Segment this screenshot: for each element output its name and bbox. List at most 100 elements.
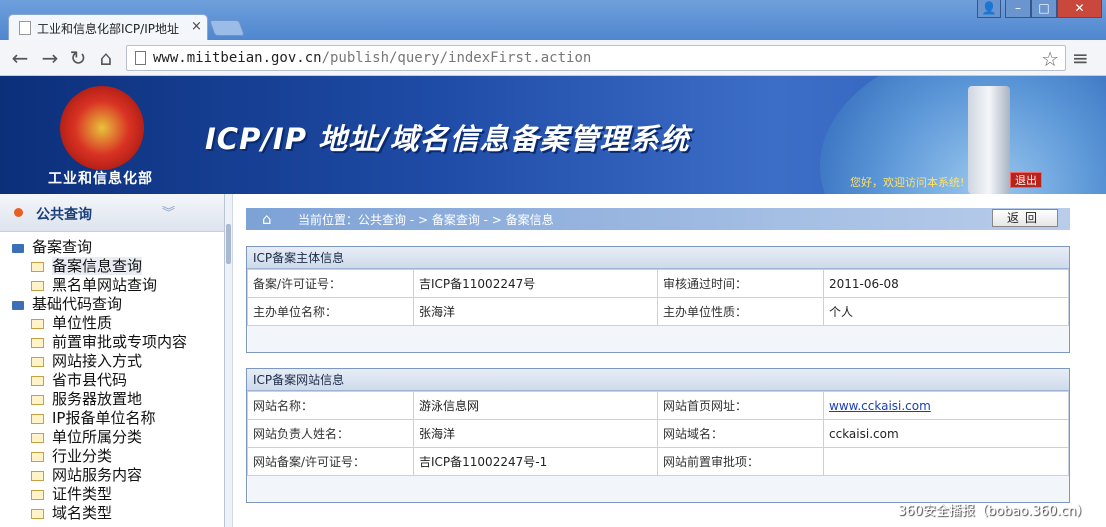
tree-item-label: 网站接入方式 [52, 352, 143, 370]
spacer-cell [247, 475, 1069, 502]
sidebar-header[interactable]: 公共查询 ︾ [0, 194, 224, 232]
new-tab-button[interactable] [209, 20, 245, 36]
tree-item[interactable]: 单位所属分类 [0, 428, 224, 447]
tree-item-label: 证件类型 [52, 485, 113, 503]
sidebar-title: 公共查询 [36, 207, 92, 223]
tree-item[interactable]: 行业分类 [0, 447, 224, 466]
field-label: 网站名称： [247, 391, 414, 420]
tree-item-label: 省市县代码 [52, 371, 128, 389]
panel-title: ICP备案主体信息 [247, 247, 1069, 269]
tree-item[interactable]: IP报备单位名称 [0, 409, 224, 428]
main-content: ⌂ 当前位置：公共查询 - > 备案查询 - > 备案信息 返回 ICP备案主体… [234, 194, 1106, 527]
field-value [823, 447, 1069, 476]
folder-icon [12, 301, 24, 310]
close-window-button[interactable]: ✕ [1057, 0, 1102, 18]
browser-tab[interactable]: 工业和信息化部ICP/IP地址 × [8, 14, 208, 40]
document-icon [31, 338, 44, 348]
field-value: www.cckaisi.com [823, 391, 1069, 420]
home-icon[interactable]: ⌂ [262, 210, 272, 228]
tree-item-label: 网站服务内容 [52, 466, 143, 484]
star-icon[interactable]: ☆ [1041, 47, 1059, 71]
tree-item-label: 行业分类 [52, 447, 113, 465]
tree-item[interactable]: 域名类型 [0, 504, 224, 523]
tree-item-label: 黑名单网站查询 [52, 276, 158, 294]
bullet-icon [14, 208, 23, 217]
website-url-link[interactable]: www.cckaisi.com [829, 399, 931, 413]
tree-item[interactable]: 省市县代码 [0, 371, 224, 390]
browser-toolbar: ← → ↻ ⌂ www.miitbeian.gov.cn/publish/que… [0, 40, 1106, 76]
document-icon [31, 433, 44, 443]
url-text: www.miitbeian.gov.cn/publish/query/index… [153, 50, 591, 66]
panel-title: ICP备案网站信息 [247, 369, 1069, 391]
tree-item[interactable]: 服务器放置地 [0, 390, 224, 409]
tree-item[interactable]: 网站接入方式 [0, 352, 224, 371]
tree-item-label: IP报备单位名称 [52, 409, 156, 427]
tree-group-filing-query[interactable]: 备案查询 [0, 238, 224, 257]
sidebar: 公共查询 ︾ 备案查询 备案信息查询 黑名单网站查询 基础代码查询 单位性质 前… [0, 194, 225, 527]
back-button[interactable]: 返回 [992, 209, 1058, 227]
field-label: 主办单位名称： [247, 297, 414, 326]
document-icon [31, 357, 44, 367]
field-label: 审核通过时间： [657, 269, 824, 298]
tab-close-icon[interactable]: × [191, 19, 202, 34]
logout-button[interactable]: 退出 [1010, 172, 1042, 188]
table-row: 备案/许可证号： 吉ICP备11002247号 审核通过时间： 2011-06-… [247, 269, 1069, 298]
tab-title: 工业和信息化部ICP/IP地址 [37, 22, 179, 36]
field-label: 网站负责人姓名： [247, 419, 414, 448]
document-icon [31, 262, 44, 272]
url-path: /publish/query/indexFirst.action [321, 50, 592, 66]
field-value: 张海洋 [413, 297, 658, 326]
tree-group-label: 基础代码查询 [32, 295, 123, 313]
welcome-text: 您好，欢迎访问本系统! [850, 176, 965, 189]
tree-item[interactable]: 证件类型 [0, 485, 224, 504]
sidebar-tree: 备案查询 备案信息查询 黑名单网站查询 基础代码查询 单位性质 前置审批或专项内… [0, 238, 224, 523]
entity-info-panel: ICP备案主体信息 备案/许可证号： 吉ICP备11002247号 审核通过时间… [246, 246, 1070, 353]
menu-icon[interactable]: ≡ [1072, 46, 1089, 70]
field-value: 游泳信息网 [413, 391, 658, 420]
user-icon[interactable]: 👤 [977, 0, 1001, 18]
tree-item[interactable]: 前置审批或专项内容 [0, 333, 224, 352]
url-host: www.miitbeian.gov.cn [153, 50, 322, 66]
tree-group-label: 备案查询 [32, 238, 93, 256]
watermark: 360安全播报（bobao.360.cn） [898, 504, 1090, 519]
document-icon [31, 471, 44, 481]
tree-item-filing-info-query[interactable]: 备案信息查询 [0, 257, 224, 276]
tree-group-base-code-query[interactable]: 基础代码查询 [0, 295, 224, 314]
back-arrow-icon[interactable]: ← [8, 46, 32, 70]
document-icon [31, 395, 44, 405]
chevron-double-down-icon[interactable]: ︾ [162, 202, 175, 221]
breadcrumb: 当前位置：公共查询 - > 备案查询 - > 备案信息 [298, 213, 554, 227]
field-value: 个人 [823, 297, 1069, 326]
reload-icon[interactable]: ↻ [66, 46, 90, 70]
splitter-grip[interactable] [226, 224, 231, 264]
field-label: 网站前置审批项： [657, 447, 824, 476]
sidebar-splitter[interactable] [225, 194, 233, 527]
pillar-graphic [968, 86, 1010, 194]
table-row: 主办单位名称： 张海洋 主办单位性质： 个人 [247, 297, 1069, 326]
forward-arrow-icon[interactable]: → [38, 46, 62, 70]
tree-item-label: 域名类型 [52, 504, 113, 522]
document-icon [31, 414, 44, 424]
field-value: 2011-06-08 [823, 269, 1069, 298]
maximize-button[interactable]: □ [1031, 0, 1057, 18]
tree-item-label: 服务器放置地 [52, 390, 143, 408]
address-bar[interactable]: www.miitbeian.gov.cn/publish/query/index… [126, 45, 1066, 71]
spacer-cell [247, 325, 1069, 352]
document-icon [31, 490, 44, 500]
field-label: 网站备案/许可证号： [247, 447, 414, 476]
website-info-panel: ICP备案网站信息 网站名称： 游泳信息网 网站首页网址： www.cckais… [246, 368, 1070, 503]
field-label: 主办单位性质： [657, 297, 824, 326]
home-icon[interactable]: ⌂ [94, 46, 118, 70]
field-value: cckaisi.com [823, 419, 1069, 448]
tree-item-blacklist-query[interactable]: 黑名单网站查询 [0, 276, 224, 295]
table-row: 网站负责人姓名： 张海洋 网站域名： cckaisi.com [247, 419, 1069, 448]
spacer-row [247, 325, 1069, 352]
website-info-table: 网站名称： 游泳信息网 网站首页网址： www.cckaisi.com 网站负责… [247, 391, 1069, 502]
minimize-button[interactable]: – [1005, 0, 1031, 18]
tree-item[interactable]: 单位性质 [0, 314, 224, 333]
browser-chrome: 工业和信息化部ICP/IP地址 × 👤 – □ ✕ ← → ↻ ⌂ www.mi… [0, 0, 1106, 76]
document-icon [31, 376, 44, 386]
title-bar: 工业和信息化部ICP/IP地址 × 👤 – □ ✕ [0, 0, 1106, 40]
tree-item[interactable]: 网站服务内容 [0, 466, 224, 485]
breadcrumb-bar: ⌂ 当前位置：公共查询 - > 备案查询 - > 备案信息 [246, 208, 1070, 230]
